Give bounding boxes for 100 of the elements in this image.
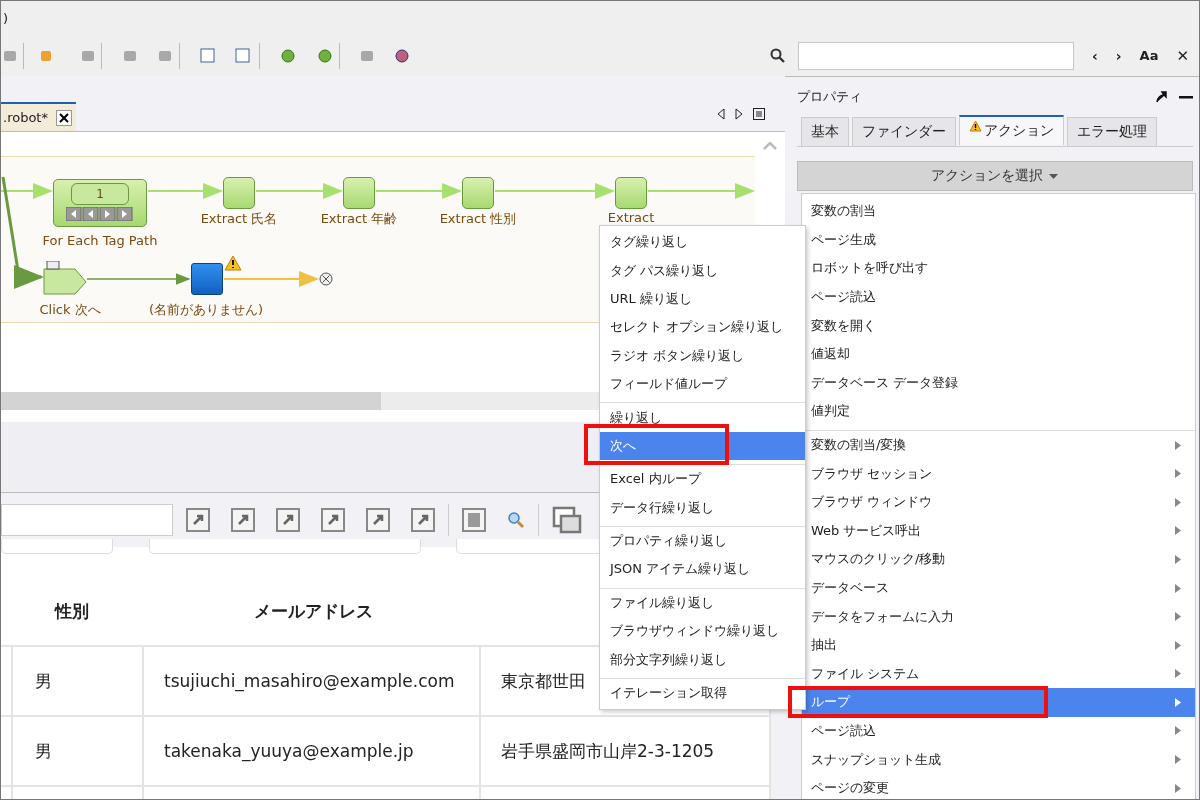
- submenu-arrow-icon: [1175, 755, 1181, 765]
- close-icon[interactable]: [55, 109, 72, 126]
- submenu-arrow-icon: [1175, 554, 1181, 564]
- menu-item[interactable]: 値判定: [802, 397, 1195, 426]
- submenu-arrow-icon: [1175, 469, 1181, 479]
- menu-item[interactable]: ): [3, 10, 9, 26]
- menu-item[interactable]: ブラウザ セッション: [802, 459, 1195, 488]
- menu-item[interactable]: ロボットを呼び出す: [802, 254, 1195, 283]
- menu-item[interactable]: イテレーション取得: [600, 677, 805, 708]
- menu-item[interactable]: データベース: [802, 573, 1195, 603]
- menu-item[interactable]: 抽出: [802, 630, 1195, 660]
- node-label: For Each Tag Path: [42, 233, 158, 248]
- menu-item[interactable]: ページ読込: [802, 282, 1195, 312]
- arrow-button-icon[interactable]: [321, 508, 345, 532]
- find-bar-button[interactable]: ›: [1109, 47, 1128, 64]
- menu-item[interactable]: データをフォームに入力: [802, 602, 1195, 631]
- click-node[interactable]: [43, 261, 88, 295]
- menu-item[interactable]: 変数を開く: [802, 311, 1195, 340]
- menu-item[interactable]: フィールド値ループ: [600, 369, 805, 399]
- arrow-button-icon[interactable]: [186, 508, 210, 532]
- menu-item[interactable]: タグ繰り返し: [600, 228, 805, 257]
- table-cell: tsujiuchi_masahiro@example.com: [144, 647, 481, 715]
- toolbar-icon[interactable]: [393, 46, 411, 65]
- caret-icon: [1049, 173, 1059, 179]
- submenu-arrow-icon: [1175, 726, 1181, 736]
- select-action-button[interactable]: アクションを選択: [796, 161, 1193, 191]
- menu-item[interactable]: ループ: [802, 688, 1195, 717]
- loop-navigation-icon: [66, 207, 134, 221]
- menu-item[interactable]: JSON アイテム繰り返し: [600, 555, 805, 584]
- menu-item[interactable]: セレクト オプション繰り返し: [600, 313, 805, 342]
- submenu-arrow-icon: [1175, 526, 1181, 536]
- menu-item[interactable]: マウスのクリック/移動: [802, 545, 1195, 574]
- find-bar-button[interactable]: Aa: [1133, 48, 1165, 63]
- step-node[interactable]: [343, 177, 375, 209]
- left-triangle-icon[interactable]: [716, 108, 725, 120]
- node-label: Extract 性別: [439, 210, 517, 228]
- minimize-icon[interactable]: [1179, 95, 1193, 99]
- menu-item[interactable]: ブラウザ ウィンドウ: [802, 487, 1195, 517]
- submenu-arrow-icon: [1175, 612, 1181, 622]
- input-field[interactable]: [1, 504, 173, 536]
- submenu-arrow-icon: [1175, 783, 1181, 793]
- end-icon: [319, 272, 333, 286]
- menu-item[interactable]: データベース データ登録: [802, 368, 1195, 398]
- menu-item[interactable]: 値返却: [802, 339, 1195, 369]
- arrow-button-icon[interactable]: [231, 508, 255, 532]
- step-node[interactable]: [223, 177, 255, 209]
- loop-node[interactable]: 1: [53, 179, 147, 227]
- scroll-up-icon[interactable]: [762, 142, 777, 150]
- submenu-arrow-icon: [1175, 440, 1181, 450]
- menu-item[interactable]: データ行繰り返し: [600, 493, 805, 522]
- arrow-button-icon[interactable]: [276, 508, 300, 532]
- property-tab[interactable]: アクション: [958, 115, 1064, 145]
- action-node[interactable]: [191, 263, 223, 295]
- menu-item[interactable]: ラジオ ボタン繰り返し: [600, 341, 805, 370]
- menu-item[interactable]: スナップショット生成: [802, 745, 1195, 774]
- property-tab[interactable]: エラー処理: [1066, 117, 1157, 146]
- node-label: Extract 年齢: [320, 210, 398, 228]
- menu-item[interactable]: ファイル繰り返し: [600, 587, 805, 618]
- panel-title: プロパティ: [796, 88, 862, 106]
- toolbar-icon[interactable]: [279, 46, 297, 65]
- arrow-button-icon[interactable]: [366, 508, 390, 532]
- toolbar-icon[interactable]: [316, 46, 334, 65]
- menu-item[interactable]: ページの変更: [802, 773, 1195, 799]
- table-cell: 岩手県盛岡市山岸2-3-1205: [481, 717, 771, 785]
- editor-tab[interactable]: .robot*: [1, 102, 76, 131]
- arrow-button-icon[interactable]: [411, 508, 435, 532]
- submenu-arrow-icon: [1175, 497, 1181, 507]
- search-field[interactable]: [798, 41, 1074, 70]
- submenu-arrow-icon: [1175, 697, 1181, 707]
- search-icon[interactable]: [507, 511, 525, 529]
- menu-item[interactable]: タグ パス繰り返し: [600, 256, 805, 285]
- menu-item[interactable]: Web サービス呼出: [802, 516, 1195, 546]
- column-header: メールアドレス: [253, 599, 374, 623]
- arrow-icon[interactable]: [1155, 91, 1167, 103]
- node-label: Extract: [607, 210, 655, 225]
- table-cell: 男: [13, 717, 144, 785]
- submenu-arrow-icon: [1175, 669, 1181, 679]
- step-node[interactable]: [462, 177, 494, 209]
- list-icon[interactable]: [752, 108, 765, 120]
- menu-item[interactable]: 次へ: [600, 431, 805, 461]
- right-triangle-icon[interactable]: [734, 108, 743, 120]
- submenu-arrow-icon: [1175, 583, 1181, 593]
- node-label: Click 次へ: [39, 301, 101, 319]
- node-label: (名前がありません): [148, 301, 264, 319]
- find-bar-button[interactable]: ✕: [1170, 46, 1195, 65]
- property-tab[interactable]: ファインダー: [851, 117, 956, 146]
- window-icon[interactable]: [552, 506, 582, 534]
- find-bar-button[interactable]: ‹: [1086, 47, 1104, 64]
- menu-item[interactable]: プロパティ繰り返し: [600, 525, 805, 556]
- document-icon[interactable]: [462, 508, 486, 532]
- property-tab[interactable]: 基本: [800, 117, 849, 146]
- menu-item[interactable]: ページ生成: [802, 225, 1195, 255]
- menu-item[interactable]: ファイル システム: [802, 659, 1195, 689]
- menu-item[interactable]: ブラウザウィンドウ繰り返し: [600, 617, 805, 646]
- menu-item[interactable]: 変数の割当: [802, 197, 1195, 226]
- menu-item[interactable]: ページ読込: [802, 716, 1195, 746]
- menu-item[interactable]: Excel 内ループ: [600, 464, 805, 494]
- node-label: Extract 氏名: [200, 210, 278, 228]
- menu-item[interactable]: URL 繰り返し: [600, 284, 805, 314]
- step-node[interactable]: [615, 177, 647, 209]
